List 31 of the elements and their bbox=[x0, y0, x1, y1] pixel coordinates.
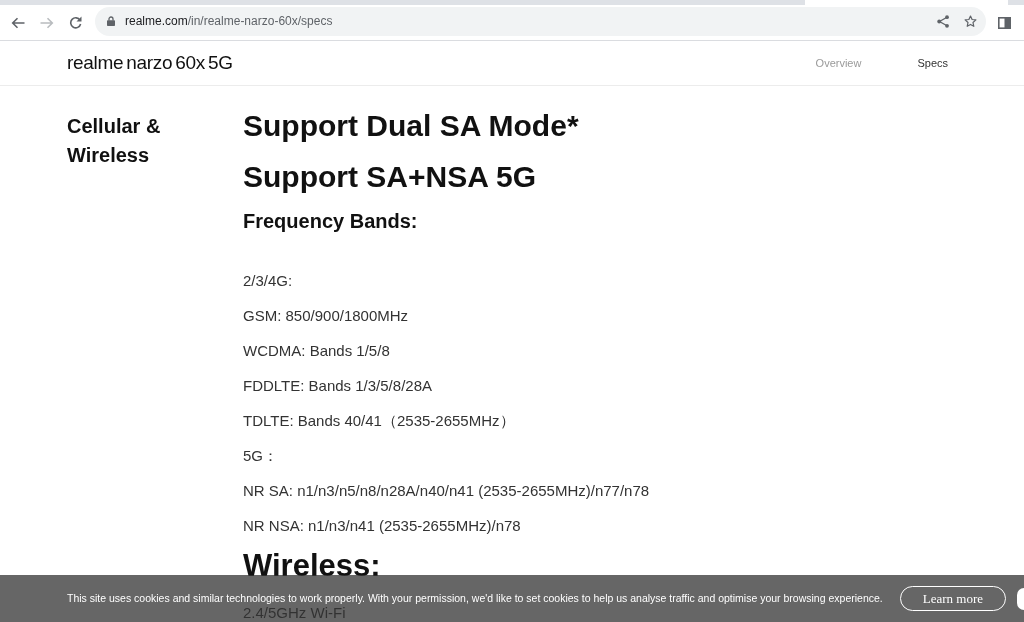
spec-heading: Support Dual SA Mode* bbox=[243, 108, 579, 144]
spec-subheading: Frequency Bands: bbox=[243, 209, 418, 234]
bookmark-button[interactable] bbox=[964, 14, 977, 28]
spec-line: 2/3/4G: bbox=[243, 273, 293, 289]
share-button[interactable] bbox=[937, 14, 949, 28]
brand-logo: realme narzo 60x 5G bbox=[67, 52, 233, 74]
cookie-notice-text: This site uses cookies and similar technologies to work properly. With your permission, we'd like to set cookies to help us analyse traffic and optimise your browsing experience. bbox=[67, 592, 883, 604]
back-button[interactable] bbox=[11, 16, 25, 29]
side-panel-icon bbox=[998, 16, 1011, 29]
star-icon bbox=[964, 14, 977, 28]
side-panel-button[interactable] bbox=[998, 16, 1011, 29]
right-arrow-icon bbox=[40, 16, 54, 29]
spec-line: WCDMA: Bands 1/5/8 bbox=[243, 343, 390, 359]
round-button[interactable] bbox=[1017, 587, 1024, 610]
spec-line: 5G： bbox=[243, 448, 278, 464]
left-arrow-icon bbox=[11, 16, 25, 29]
reload-icon bbox=[69, 16, 82, 29]
spec-line: TDLTE: Bands 40/41（2535-2655MHz） bbox=[243, 413, 515, 429]
reload-button[interactable] bbox=[69, 16, 82, 29]
nav-link[interactable]: Specs bbox=[917, 57, 948, 69]
spec-line: FDDLTE: Bands 1/3/5/8/28A bbox=[243, 378, 432, 394]
section-title: Cellular & Wireless bbox=[67, 114, 162, 168]
lock-icon bbox=[107, 16, 115, 26]
share-icon bbox=[937, 14, 949, 28]
spec-line: NR SA: n1/n3/n5/n8/n28A/n40/n41 (2535-2655MHz)/n77/n78 bbox=[243, 483, 650, 499]
spec-line: NR NSA: n1/n3/n41 (2535-2655MHz)/n78 bbox=[243, 518, 521, 534]
spec-heading: Support SA+NSA 5G bbox=[243, 159, 537, 195]
spec-line: GSM: 850/900/1800MHz bbox=[243, 308, 409, 324]
section-heading: Wireless: bbox=[243, 547, 381, 585]
url-text: realme.com/in/realme-narzo-60x/specs bbox=[125, 14, 333, 28]
address-bar[interactable]: realme.com/in/realme-narzo-60x/specs bbox=[95, 6, 986, 36]
